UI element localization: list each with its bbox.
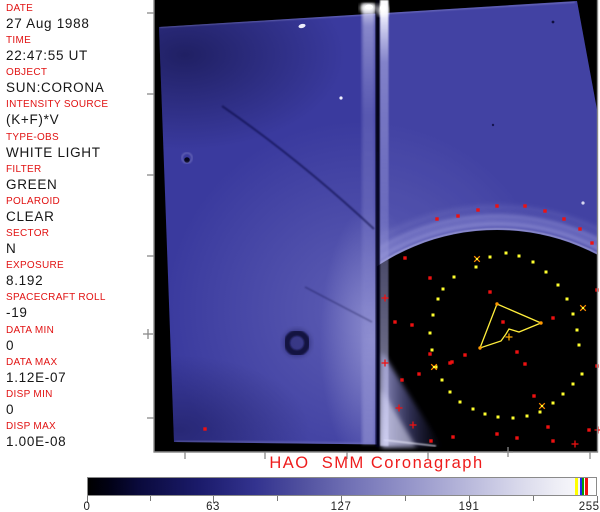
metadata-field-type-obs: TYPE-OBS WHITE LIGHT <box>6 132 146 161</box>
metadata-value: CLEAR <box>6 208 55 224</box>
metadata-value: 22:47:55 UT <box>6 48 88 64</box>
polygon-vertex-dot <box>495 302 499 306</box>
metadata-field-disp-max: DISP MAX 1.00E-08 <box>6 421 146 450</box>
colorbar-minor-tick <box>533 496 534 501</box>
metadata-label: FILTER <box>6 163 42 175</box>
metadata-label: DATA MIN <box>6 324 55 336</box>
pylon-bright-streak-right <box>380 0 389 446</box>
metadata-value: N <box>6 241 17 257</box>
app-window: DATE 27 Aug 1988 TIME 22:47:55 UT OBJECT SUN:… <box>0 0 600 512</box>
metadata-value: (K+F)*V <box>6 112 60 128</box>
colorbar-minor-tick <box>405 496 406 501</box>
colorbar-annotation-stripe <box>584 478 588 495</box>
metadata-value: 8.192 <box>6 273 44 289</box>
colorbar-annotation-stripe <box>575 478 578 495</box>
colorbar-tick-label: 127 <box>330 501 352 512</box>
metadata-panel: DATE 27 Aug 1988 TIME 22:47:55 UT OBJECT SUN:… <box>0 0 146 460</box>
metadata-value: SUN:CORONA <box>6 80 105 96</box>
colorbar-tick-label: 63 <box>206 501 220 512</box>
metadata-value: WHITE LIGHT <box>6 144 101 160</box>
metadata-field-sector: SECTOR N <box>6 228 146 257</box>
metadata-label: SPACECRAFT ROLL <box>6 292 106 304</box>
colorbar-tick-label: 255 <box>578 501 600 512</box>
coronagraph-image <box>143 0 600 459</box>
pylon-dark-line <box>375 0 380 447</box>
metadata-label: POLAROID <box>6 195 61 207</box>
metadata-label: INTENSITY SOURCE <box>6 99 109 111</box>
metadata-value: 0 <box>6 401 15 417</box>
metadata-field-object: OBJECT SUN:CORONA <box>6 67 146 96</box>
image-canvas <box>154 0 598 452</box>
colorbar-tick-label: 0 <box>83 501 91 512</box>
metadata-value: 27 Aug 1988 <box>6 16 90 31</box>
metadata-field-data-max: DATA MAX 1.12E-07 <box>6 357 146 386</box>
metadata-field-spacecraft-roll: SPACECRAFT ROLL -19 <box>6 292 146 321</box>
metadata-label: TYPE-OBS <box>6 131 59 143</box>
metadata-label: DATE <box>6 3 34 14</box>
pylon-top-flare-core-2 <box>380 4 386 12</box>
tiny-dark-dot-2 <box>491 123 495 127</box>
colorbar-minor-tick <box>150 496 151 501</box>
metadata-field-data-min: DATA MIN 0 <box>6 325 146 354</box>
metadata-label: TIME <box>6 35 32 47</box>
polygon-vertex-dot <box>539 321 543 325</box>
colorbar-tick-label: 191 <box>458 501 480 512</box>
metadata-label: SECTOR <box>6 228 50 240</box>
metadata-field-polaroid: POLAROID CLEAR <box>6 196 146 225</box>
metadata-field-exposure: EXPOSURE 8.192 <box>6 260 146 289</box>
metadata-value: -19 <box>6 305 28 321</box>
metadata-field-date: DATE 27 Aug 1988 <box>6 3 146 32</box>
pylon-top-flare-core <box>365 4 373 10</box>
metadata-field-filter: FILTER GREEN <box>6 164 146 193</box>
metadata-label: OBJECT <box>6 67 48 79</box>
colorbar <box>87 477 597 496</box>
metadata-value: 0 <box>6 337 15 353</box>
metadata-field-disp-min: DISP MIN 0 <box>6 389 146 418</box>
white-speck-3 <box>581 201 585 205</box>
metadata-field-time: TIME 22:47:55 UT <box>6 35 146 64</box>
metadata-value: 1.00E-08 <box>6 433 67 449</box>
colorbar-minor-tick <box>277 496 278 501</box>
metadata-label: EXPOSURE <box>6 260 64 272</box>
image-title: HAO SMM Coronagraph <box>269 454 484 472</box>
tiny-dark-dot-1 <box>551 20 555 24</box>
metadata-value: 1.12E-07 <box>6 369 67 385</box>
metadata-label: DISP MIN <box>6 388 53 400</box>
white-speck-2 <box>339 96 343 100</box>
metadata-label: DISP MAX <box>6 420 57 432</box>
metadata-value: GREEN <box>6 176 58 192</box>
metadata-label: DATA MAX <box>6 356 58 368</box>
metadata-field-intensity-source: INTENSITY SOURCE (K+F)*V <box>6 99 146 128</box>
polygon-vertex-dot <box>478 346 482 350</box>
